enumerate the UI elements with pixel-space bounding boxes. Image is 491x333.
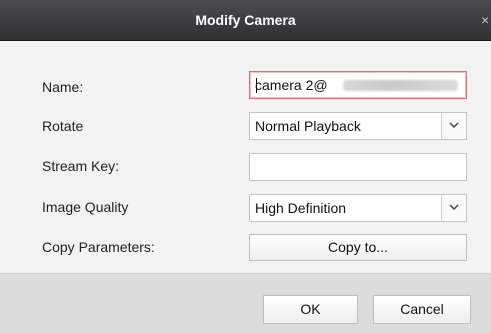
copy-to-button[interactable]: Copy to... <box>249 234 467 261</box>
dialog-footer: OK Cancel <box>0 273 491 333</box>
dialog-title: Modify Camera <box>195 12 296 28</box>
name-input-value: camera 2@ <box>255 77 328 93</box>
name-input[interactable]: camera 2@ <box>249 71 467 99</box>
form-body: Name: camera 2@ Rotate Normal Playback S… <box>0 41 491 273</box>
rotate-label: Rotate <box>42 118 84 134</box>
rotate-select[interactable]: Normal Playback <box>249 112 467 140</box>
rotate-dropdown-button[interactable] <box>441 113 466 139</box>
modify-camera-dialog: Modify Camera × Name: camera 2@ Rotate N… <box>0 0 491 333</box>
title-bar: Modify Camera × <box>0 0 491 41</box>
chevron-down-icon <box>449 204 459 211</box>
ok-button[interactable]: OK <box>263 295 358 324</box>
stream-key-label: Stream Key: <box>42 158 120 174</box>
cancel-button[interactable]: Cancel <box>373 295 471 324</box>
stream-key-input[interactable] <box>249 153 467 181</box>
chevron-down-icon <box>449 122 459 129</box>
redacted-text <box>343 80 458 91</box>
close-icon[interactable]: × <box>481 0 491 40</box>
name-label: Name: <box>42 79 84 95</box>
copy-parameters-label: Copy Parameters: <box>42 239 155 255</box>
image-quality-label: Image Quality <box>42 199 129 215</box>
image-quality-select-value: High Definition <box>255 200 347 216</box>
image-quality-dropdown-button[interactable] <box>441 195 466 221</box>
rotate-select-value: Normal Playback <box>255 118 361 134</box>
image-quality-select[interactable]: High Definition <box>249 194 467 222</box>
